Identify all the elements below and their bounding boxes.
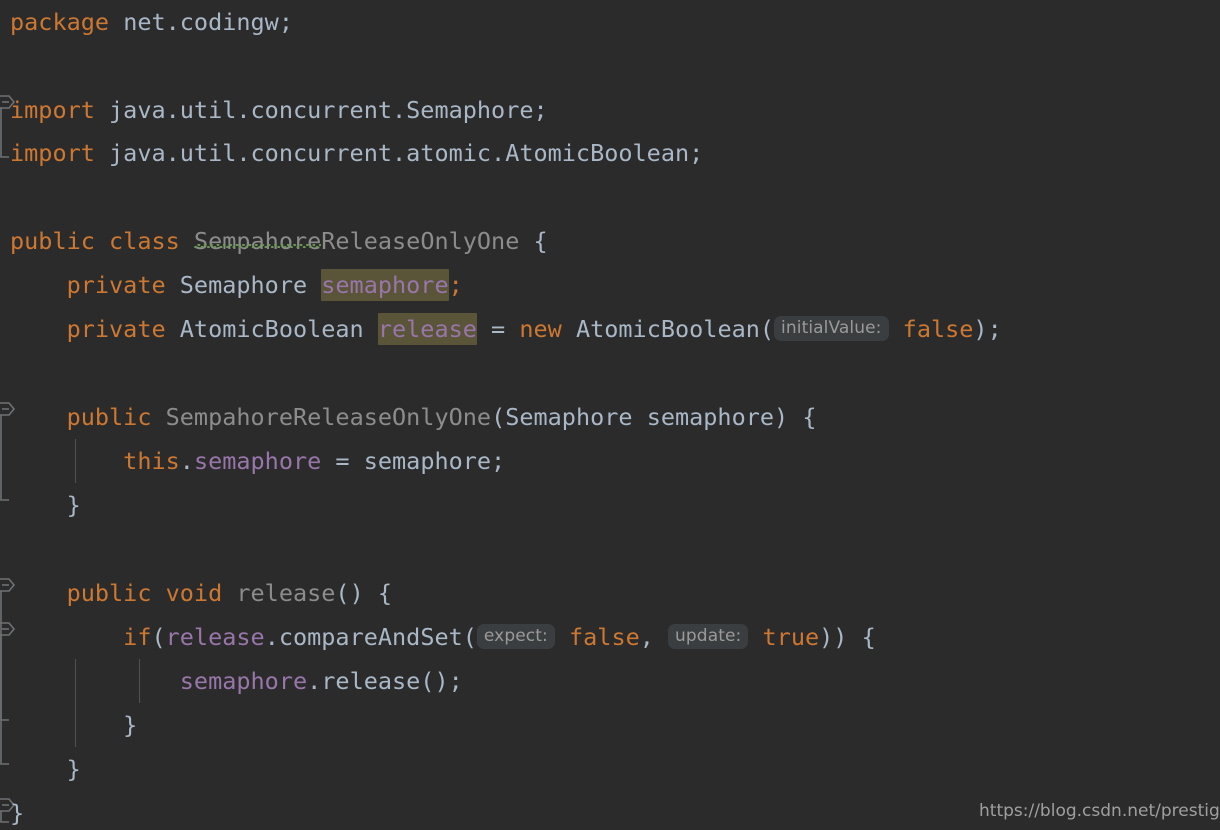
code-token: ; bbox=[448, 271, 463, 299]
highlighted-identifier: semaphore bbox=[321, 269, 449, 301]
code-token: net.codingw; bbox=[109, 8, 293, 36]
code-token: } bbox=[10, 755, 81, 783]
code-line[interactable]: } bbox=[10, 791, 24, 830]
code-token: } bbox=[10, 491, 81, 519]
parameter-hint-chip: expect: bbox=[476, 624, 555, 649]
code-token: java.util.concurrent.Semaphore; bbox=[94, 96, 548, 124]
code-line[interactable]: } bbox=[10, 747, 81, 791]
misspelled-class-name: Sempahore bbox=[193, 227, 322, 255]
code-token: .release(); bbox=[307, 667, 463, 695]
code-token: } bbox=[10, 711, 138, 739]
code-token: . bbox=[179, 447, 194, 475]
code-line[interactable]: package net.codingw; bbox=[10, 0, 293, 44]
code-line[interactable]: semaphore.release(); bbox=[10, 659, 463, 703]
code-token: Semaphore bbox=[179, 271, 322, 299]
code-token: public void bbox=[10, 579, 237, 607]
code-token: import bbox=[10, 96, 95, 124]
code-token: new bbox=[519, 315, 562, 343]
parameter-hint-chip: initialValue: bbox=[774, 316, 889, 341]
code-line[interactable]: if(release.compareAndSet(expect: false, … bbox=[10, 615, 876, 659]
code-line[interactable]: import java.util.concurrent.atomic.Atomi… bbox=[10, 131, 703, 175]
code-token: () { bbox=[335, 579, 393, 607]
code-token: .compareAndSet( bbox=[264, 623, 477, 651]
code-line[interactable]: public SempahoreReleaseOnlyOne(Semaphore… bbox=[10, 395, 817, 439]
code-token: SempahoreReleaseOnlyOne bbox=[165, 403, 492, 431]
code-line[interactable]: private Semaphore semaphore; bbox=[10, 263, 463, 307]
code-token: } bbox=[10, 799, 25, 827]
code-line[interactable]: private AtomicBoolean release = new Atom… bbox=[10, 307, 1002, 351]
code-token: public class bbox=[10, 227, 194, 255]
code-token: = semaphore; bbox=[321, 447, 506, 475]
code-token: semaphore bbox=[179, 667, 308, 695]
code-line[interactable]: } bbox=[10, 483, 81, 527]
code-token: private bbox=[10, 315, 180, 343]
code-token: this bbox=[10, 447, 180, 475]
code-token: release bbox=[165, 623, 265, 651]
code-token: private bbox=[10, 271, 180, 299]
watermark-url: https://blog.csdn.net/prestigeding bbox=[979, 801, 1220, 821]
code-token: false bbox=[902, 315, 974, 343]
code-token: ReleaseOnlyOne bbox=[321, 227, 520, 255]
code-token: = bbox=[476, 315, 520, 343]
code-token: ( bbox=[151, 623, 166, 651]
code-editor-canvas[interactable]: package net.codingw; import java.util.con… bbox=[0, 0, 1220, 830]
parameter-hint-chip: update: bbox=[668, 624, 749, 649]
code-token: (Semaphore semaphore) { bbox=[491, 403, 817, 431]
code-token: )) { bbox=[819, 623, 876, 651]
code-token: package bbox=[10, 8, 110, 36]
code-token: if bbox=[10, 623, 152, 651]
code-token: java.util.concurrent.atomic.AtomicBoolea… bbox=[94, 139, 704, 167]
code-token: AtomicBoolean( bbox=[561, 315, 775, 343]
code-line[interactable]: this.semaphore = semaphore; bbox=[10, 439, 505, 483]
code-line[interactable]: public void release() { bbox=[10, 571, 392, 615]
code-token: public bbox=[10, 403, 166, 431]
code-token: import bbox=[10, 139, 95, 167]
code-token: release bbox=[236, 579, 336, 607]
highlighted-identifier: release bbox=[377, 313, 477, 345]
code-token: , bbox=[639, 623, 669, 651]
code-token: AtomicBoolean bbox=[179, 315, 378, 343]
code-token: { bbox=[519, 227, 548, 255]
code-line[interactable]: public class SempahoreReleaseOnlyOne { bbox=[10, 219, 548, 263]
code-token: false bbox=[569, 623, 640, 651]
code-line[interactable]: import java.util.concurrent.Semaphore; bbox=[10, 88, 548, 132]
code-line[interactable]: } bbox=[10, 703, 137, 747]
code-token: semaphore bbox=[193, 447, 322, 475]
code-token: true bbox=[762, 623, 820, 651]
code-token: ); bbox=[973, 315, 1002, 343]
